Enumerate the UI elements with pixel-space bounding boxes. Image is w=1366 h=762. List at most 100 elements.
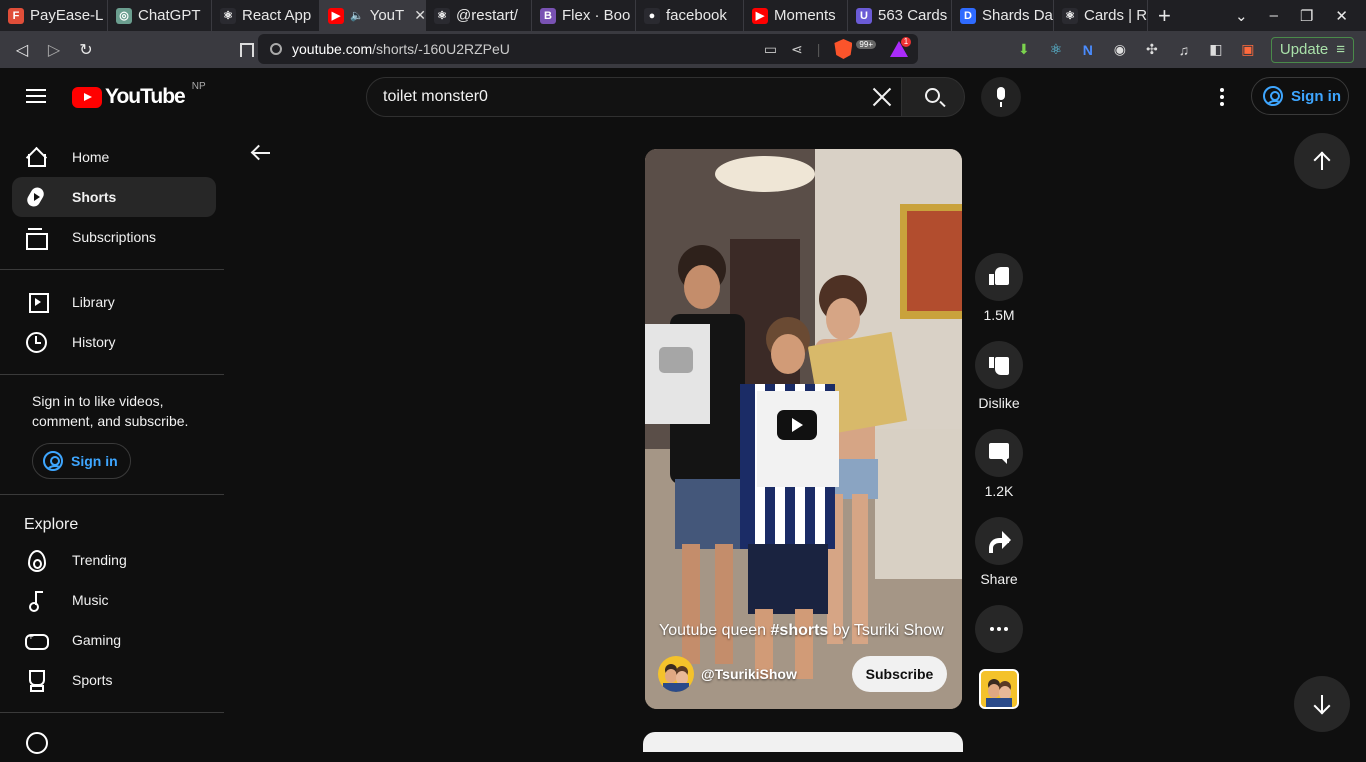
trending-icon xyxy=(24,548,48,572)
tab-title: Shards Da xyxy=(982,7,1053,24)
share-button[interactable] xyxy=(975,517,1023,565)
tab-title: ChatGPT xyxy=(138,7,201,24)
menu-icon: ≡ xyxy=(1336,41,1345,58)
country-code: NP xyxy=(191,81,206,92)
minimize-button[interactable]: – xyxy=(1270,7,1278,24)
browser-tab[interactable]: B Flex · Boo xyxy=(532,0,636,31)
back-button[interactable]: ◁ xyxy=(6,40,38,60)
browser-tab[interactable]: ▶ 🔈 YouT ✕ xyxy=(320,0,426,31)
sidebar-item-gaming[interactable]: Gaming xyxy=(12,620,216,660)
channel-avatar[interactable] xyxy=(658,656,694,692)
address-bar[interactable]: youtube.com/shorts/-160U2RZPeU ▭ ⋖ | 99+ xyxy=(258,34,918,64)
voice-search-icon[interactable] xyxy=(981,77,1021,117)
wallet-icon[interactable]: ▣ xyxy=(1239,41,1257,59)
puzzle-extensions-icon[interactable]: ✣ xyxy=(1143,41,1161,59)
cast-icon[interactable]: ▭ xyxy=(764,41,777,58)
brave-shields-icon[interactable] xyxy=(834,39,853,59)
logo-text: YouTube xyxy=(105,85,186,108)
hashtag-link[interactable]: #shorts xyxy=(771,622,829,639)
sidebar-item-history[interactable]: History xyxy=(12,322,216,362)
forward-button[interactable]: ▷ xyxy=(38,40,70,60)
browser-tab[interactable]: U 563 Cards xyxy=(848,0,952,31)
next-short-button[interactable] xyxy=(1294,676,1350,732)
update-button[interactable]: Update ≡ xyxy=(1270,36,1354,63)
back-arrow-icon[interactable] xyxy=(250,145,272,161)
browser-tab[interactable]: F PayEase-L xyxy=(0,0,108,31)
sidebar-item-shorts[interactable]: Shorts xyxy=(12,177,216,217)
tab-title: facebook xyxy=(666,7,727,24)
more-actions-button[interactable] xyxy=(975,605,1023,653)
like-button[interactable] xyxy=(975,253,1023,301)
sign-in-label: Sign in xyxy=(71,453,118,469)
tab-favicon-icon: ▶ xyxy=(328,7,344,24)
share-page-icon[interactable]: ⋖ xyxy=(791,41,803,58)
dislike-button[interactable] xyxy=(975,341,1023,389)
search-button[interactable] xyxy=(901,77,965,117)
bookmark-icon[interactable] xyxy=(240,42,254,57)
new-tab-button[interactable]: + xyxy=(1158,3,1171,29)
url-path: /shorts/-160U2RZPeU xyxy=(372,41,510,57)
browser-tab[interactable]: ⚛ React App xyxy=(212,0,320,31)
browser-tab[interactable]: ◎ ChatGPT xyxy=(108,0,212,31)
tab-audio-icon[interactable]: 🔈 xyxy=(350,9,364,22)
record-extension-icon[interactable]: ◉ xyxy=(1111,41,1129,59)
tab-title: Flex · Boo xyxy=(562,7,631,24)
sidebar-divider xyxy=(0,494,224,495)
tab-favicon-icon: D xyxy=(960,7,976,24)
subscribe-button[interactable]: Subscribe xyxy=(852,656,947,692)
restore-button[interactable]: ❐ xyxy=(1300,7,1313,25)
reload-button[interactable]: ↻ xyxy=(70,40,102,60)
short-title[interactable]: Youtube queen #shorts by Tsuriki Show xyxy=(659,622,959,640)
clear-search-icon[interactable] xyxy=(869,84,895,110)
download-extension-icon[interactable]: ⬇ xyxy=(1015,41,1033,59)
browser-tab[interactable]: ⚛ Cards | Re xyxy=(1054,0,1148,31)
browser-tab[interactable]: ● facebook xyxy=(636,0,744,31)
sidebar-item-sports[interactable]: Sports xyxy=(12,660,216,700)
sidebar-toggle-icon[interactable]: ◧ xyxy=(1207,41,1225,59)
tab-favicon-icon: ▶ xyxy=(752,7,768,24)
sidebar-item-trending[interactable]: Trending xyxy=(12,540,216,580)
react-devtools-icon[interactable]: ⚛ xyxy=(1047,41,1065,59)
dislike-label: Dislike xyxy=(978,395,1020,411)
sidebar-item-home[interactable]: Home xyxy=(12,137,216,177)
browser-tab[interactable]: D Shards Da xyxy=(952,0,1054,31)
site-info-icon[interactable] xyxy=(270,43,282,55)
title-suffix: by Tsuriki Show xyxy=(828,622,944,639)
sound-thumbnail[interactable] xyxy=(979,669,1019,709)
sidebar-item-label: Shorts xyxy=(72,189,117,205)
sidebar-item-library[interactable]: Library xyxy=(12,282,216,322)
extensions-area: ⬇ ⚛ N ◉ ✣ ♫ ◧ ▣ Update ≡ xyxy=(1015,31,1366,68)
media-control-icon[interactable]: ♫ xyxy=(1175,41,1193,59)
sidebar-item-subscriptions[interactable]: Subscriptions xyxy=(12,217,216,257)
sidebar-item-label: Home xyxy=(72,149,110,165)
browser-tab[interactable]: ▶ Moments xyxy=(744,0,848,31)
sidebar-item-label: Trending xyxy=(72,552,127,568)
settings-more-icon[interactable] xyxy=(1220,88,1224,106)
sidebar-item-partial[interactable] xyxy=(12,722,216,762)
account-icon xyxy=(43,451,63,471)
sidebar-item-label: Library xyxy=(72,294,115,310)
comments-button[interactable] xyxy=(975,429,1023,477)
tab-favicon-icon: U xyxy=(856,7,872,24)
browser-tab[interactable]: ⚛ @restart/ xyxy=(426,0,532,31)
play-button-icon[interactable] xyxy=(777,410,817,440)
n-extension-icon[interactable]: N xyxy=(1079,41,1097,59)
guide-menu-icon[interactable] xyxy=(26,89,46,103)
brave-rewards-icon[interactable] xyxy=(890,37,911,57)
close-window-button[interactable]: ✕ xyxy=(1335,7,1348,25)
sidebar-sign-in-button[interactable]: Sign in xyxy=(32,443,131,479)
tab-favicon-icon: ● xyxy=(644,7,660,24)
search-icon xyxy=(925,88,940,103)
window-controls: ⌄ – ❐ ✕ xyxy=(1235,7,1366,25)
sign-in-button[interactable]: Sign in xyxy=(1251,77,1349,115)
channel-name-link[interactable]: @TsurikiShow xyxy=(701,666,797,682)
sidebar-item-music[interactable]: Music xyxy=(12,580,216,620)
circle-icon xyxy=(24,730,48,754)
tab-close-icon[interactable]: ✕ xyxy=(414,7,425,24)
tab-search-icon[interactable]: ⌄ xyxy=(1235,7,1248,25)
search-input[interactable]: toilet monster0 xyxy=(383,88,488,106)
guide-sidebar: Home Shorts Subscriptions Library Histor… xyxy=(0,124,224,754)
youtube-logo[interactable]: YouTube NP xyxy=(72,81,206,109)
previous-short-button[interactable] xyxy=(1294,133,1350,189)
search-box[interactable]: toilet monster0 xyxy=(366,77,902,117)
